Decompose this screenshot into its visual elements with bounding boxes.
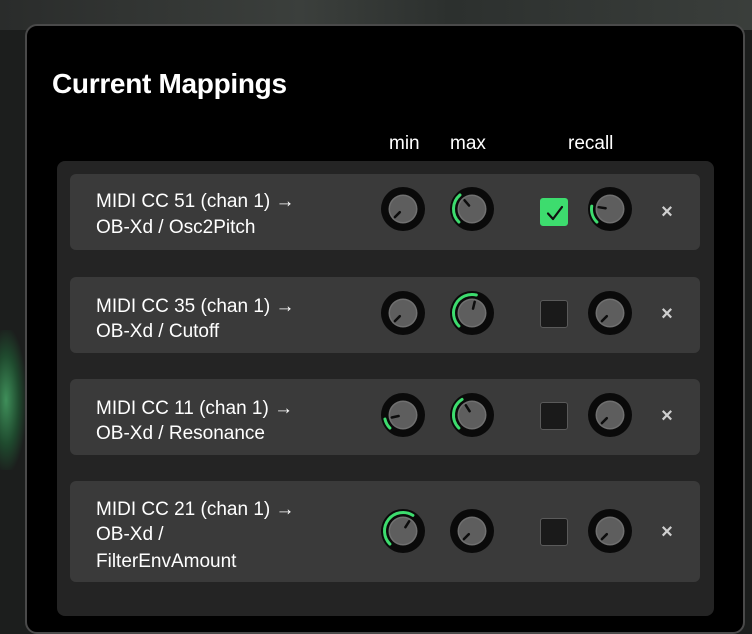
max-knob[interactable] <box>449 508 495 554</box>
mapping-target-label: OB-Xd / <box>96 524 164 545</box>
recall-knob[interactable] <box>587 392 633 438</box>
max-knob[interactable] <box>449 392 495 438</box>
column-header-recall: recall <box>568 133 614 154</box>
remove-mapping-button[interactable]: × <box>657 304 677 324</box>
panel-title: Current Mappings <box>52 68 287 99</box>
remove-mapping-button[interactable]: × <box>657 202 677 222</box>
mapping-source-label: MIDI CC 51 (chan 1) → <box>96 191 295 212</box>
mapping-target-label: OB-Xd / Resonance <box>96 423 265 444</box>
check-icon <box>546 205 564 221</box>
mapping-target-label: OB-Xd / Osc2Pitch <box>96 217 256 238</box>
recall-knob[interactable] <box>587 290 633 336</box>
min-knob[interactable] <box>380 508 426 554</box>
min-knob[interactable] <box>380 290 426 336</box>
column-header-max: max <box>450 133 486 154</box>
mapping-source-label: MIDI CC 11 (chan 1) → <box>96 398 294 419</box>
mapping-source-label: MIDI CC 35 (chan 1) → <box>96 296 295 317</box>
recall-checkbox[interactable] <box>540 402 568 430</box>
remove-mapping-button[interactable]: × <box>657 406 677 426</box>
min-knob[interactable] <box>380 186 426 232</box>
recall-checkbox[interactable] <box>540 518 568 546</box>
recall-knob[interactable] <box>587 186 633 232</box>
recall-checkbox[interactable] <box>540 300 568 328</box>
mapping-target-label-cont: FilterEnvAmount <box>96 551 237 572</box>
mapping-source-label: MIDI CC 21 (chan 1) → <box>96 499 295 520</box>
min-knob[interactable] <box>380 392 426 438</box>
recall-checkbox[interactable] <box>540 198 568 226</box>
mapping-target-label: OB-Xd / Cutoff <box>96 321 220 342</box>
column-header-min: min <box>389 133 420 154</box>
remove-mapping-button[interactable]: × <box>657 522 677 542</box>
recall-knob[interactable] <box>587 508 633 554</box>
max-knob[interactable] <box>449 186 495 232</box>
background-glow <box>0 330 26 470</box>
max-knob[interactable] <box>449 290 495 336</box>
